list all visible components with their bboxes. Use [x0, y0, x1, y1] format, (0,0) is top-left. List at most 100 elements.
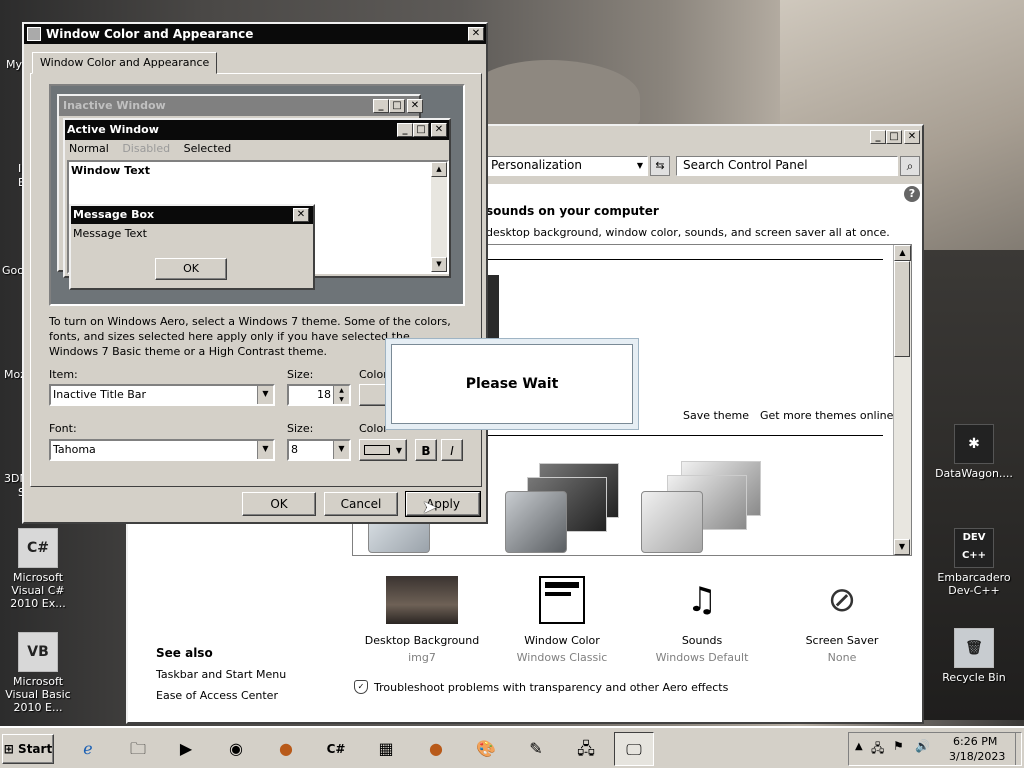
- scroll-up-icon[interactable]: ▲: [894, 245, 911, 261]
- network-icon[interactable]: 🖧: [566, 732, 606, 766]
- color-swatch: [364, 445, 390, 455]
- font-size-value: 8: [291, 443, 298, 456]
- file-explorer-icon[interactable]: 🗀: [118, 732, 158, 766]
- desktop-background-setting[interactable]: Desktop Background img7: [362, 572, 482, 664]
- font-value: Tahoma: [53, 443, 96, 456]
- firefox-icon[interactable]: ●: [416, 732, 456, 766]
- font-color-label: Color: [359, 422, 388, 435]
- search-icon[interactable]: ⌕: [900, 156, 920, 176]
- dialog-title: Window Color and Appearance: [46, 27, 254, 41]
- desktop-icon-visual-basic[interactable]: VB Microsoft Visual Basic 2010 E...: [0, 632, 78, 714]
- font-size-select[interactable]: 8 ▼: [287, 439, 351, 461]
- page-subheading: desktop background, window color, sounds…: [486, 226, 890, 239]
- tab-window-color[interactable]: Window Color and Appearance: [32, 52, 218, 74]
- chevron-down-icon[interactable]: ▼: [257, 441, 273, 459]
- italic-button[interactable]: I: [441, 439, 463, 461]
- minimize-icon: _: [397, 123, 413, 137]
- desktop-icon-label: Microsoft Visual Basic 2010 E...: [5, 675, 71, 714]
- font-color-button[interactable]: ▼: [359, 439, 407, 461]
- clock-time[interactable]: 6:26 PM: [953, 735, 997, 748]
- close-button[interactable]: ✕: [468, 27, 484, 41]
- desktop-icon-visual-csharp[interactable]: C# Microsoft Visual C# 2010 Ex...: [0, 528, 78, 610]
- desktop-partial-label[interactable]: Goo: [2, 264, 24, 277]
- recycle-bin-icon: 🗑: [954, 628, 994, 668]
- taskbar-start-menu-link[interactable]: Taskbar and Start Menu: [156, 668, 286, 681]
- please-wait-text: Please Wait: [391, 344, 633, 424]
- screen-saver-setting[interactable]: ⊘ Screen Saver None: [782, 572, 902, 664]
- maximize-icon: □: [389, 99, 405, 113]
- show-desktop-button[interactable]: [1015, 733, 1021, 765]
- csharp-icon: C#: [18, 528, 58, 568]
- cancel-button[interactable]: Cancel: [324, 492, 398, 516]
- theme-thumbnail[interactable]: [505, 491, 567, 553]
- clock-date[interactable]: 3/18/2023: [949, 750, 1005, 763]
- start-button[interactable]: ⊞ Start: [2, 734, 54, 764]
- color-label: Color: [359, 368, 388, 381]
- internet-explorer-icon[interactable]: ℯ: [68, 732, 108, 766]
- help-icon[interactable]: ?: [904, 186, 920, 202]
- dev-cpp-icon: DEV C++: [954, 528, 994, 568]
- network-status-icon[interactable]: 🖧: [871, 739, 884, 760]
- font-select[interactable]: Tahoma ▼: [49, 439, 275, 461]
- no-entry-icon: ⊘: [827, 580, 857, 620]
- minimize-button[interactable]: _: [870, 130, 886, 144]
- start-label: Start: [18, 742, 53, 756]
- desktop-icon-datawagon[interactable]: ✱ DataWagon....: [934, 424, 1014, 480]
- chevron-down-icon[interactable]: ▼: [257, 386, 273, 404]
- size-stepper[interactable]: 18 ▲ ▼: [287, 384, 351, 406]
- dialog-titlebar[interactable]: Window Color and Appearance ✕: [24, 24, 486, 44]
- display-settings-icon[interactable]: ✎: [516, 732, 556, 766]
- close-icon: ✕: [431, 123, 447, 137]
- media-player-icon[interactable]: ▶: [166, 732, 206, 766]
- close-button[interactable]: ✕: [904, 130, 920, 144]
- theme-thumbnail[interactable]: [641, 491, 703, 553]
- search-input[interactable]: Search Control Panel: [676, 156, 898, 176]
- active-title: Active Window: [67, 123, 159, 136]
- window-color-setting[interactable]: Window Color Windows Classic: [502, 572, 622, 664]
- visual-csharp-icon[interactable]: C#: [316, 732, 356, 766]
- desktop-partial-label[interactable]: My: [6, 58, 22, 71]
- ok-button[interactable]: OK: [242, 492, 316, 516]
- desktop-background-icon: [386, 576, 458, 624]
- firefox-icon[interactable]: ●: [266, 732, 306, 766]
- menu-normal: Normal: [69, 142, 109, 155]
- chevron-down-icon[interactable]: ▼: [637, 157, 643, 174]
- theme-list-scrollbar[interactable]: ▲ ▼: [893, 245, 911, 555]
- desktop-partial-label[interactable]: I: [18, 162, 21, 175]
- action-center-icon[interactable]: ⚑: [893, 739, 904, 753]
- chevron-up-icon[interactable]: ▲: [855, 741, 863, 752]
- troubleshoot-link[interactable]: Troubleshoot problems with transparency …: [374, 681, 728, 694]
- breadcrumb[interactable]: Personalization: [491, 158, 582, 172]
- paint-icon[interactable]: 🎨: [466, 732, 506, 766]
- volume-icon[interactable]: 🔊: [915, 739, 930, 753]
- desktop-icon-label: DataWagon....: [935, 467, 1013, 480]
- item-select[interactable]: Inactive Title Bar ▼: [49, 384, 275, 406]
- taskbar: ⊞ Start ℯ 🗀 ▶ ◉ ● C# ▦ ● 🎨 ✎ 🖧 🖵 ▲ 🖧 ⚑ 🔊…: [0, 726, 1024, 768]
- desktop-icon-dev-cpp[interactable]: DEV C++ Embarcadero Dev-C++: [934, 528, 1014, 597]
- stepper-arrows-icon[interactable]: ▲ ▼: [333, 386, 349, 404]
- preview-menu: Normal Disabled Selected: [65, 140, 449, 158]
- scroll-down-icon[interactable]: ▼: [894, 539, 910, 555]
- ease-of-access-link[interactable]: Ease of Access Center: [156, 689, 278, 702]
- preview-area: Inactive Window _ □ ✕ Active Window _ □ …: [49, 84, 465, 306]
- inactive-titlebar: Inactive Window _ □ ✕: [59, 96, 423, 116]
- more-themes-link[interactable]: Get more themes online: [760, 409, 893, 422]
- maximize-button[interactable]: □: [886, 130, 902, 144]
- refresh-icon[interactable]: ⇆: [650, 156, 670, 176]
- scroll-thumb[interactable]: [894, 261, 910, 357]
- address-bar[interactable]: Personalization ▼: [486, 156, 648, 176]
- font-label: Font:: [49, 422, 77, 435]
- chrome-icon[interactable]: ◉: [216, 732, 256, 766]
- bold-button[interactable]: B: [415, 439, 437, 461]
- personalization-icon[interactable]: 🖵: [614, 732, 654, 766]
- apply-button[interactable]: Apply: [405, 491, 481, 517]
- item-label: Item:: [49, 368, 78, 381]
- windows-logo-icon: ⊞: [3, 742, 14, 756]
- desktop-icon-recycle-bin[interactable]: 🗑 Recycle Bin: [934, 628, 1014, 684]
- control-panel-icon[interactable]: ▦: [366, 732, 406, 766]
- sounds-setting[interactable]: ♫ Sounds Windows Default: [642, 572, 762, 664]
- window-text: Window Text: [71, 164, 151, 177]
- chevron-down-icon[interactable]: ▼: [333, 441, 349, 459]
- save-theme-link[interactable]: Save theme: [683, 409, 749, 422]
- window-color-icon: [539, 576, 585, 624]
